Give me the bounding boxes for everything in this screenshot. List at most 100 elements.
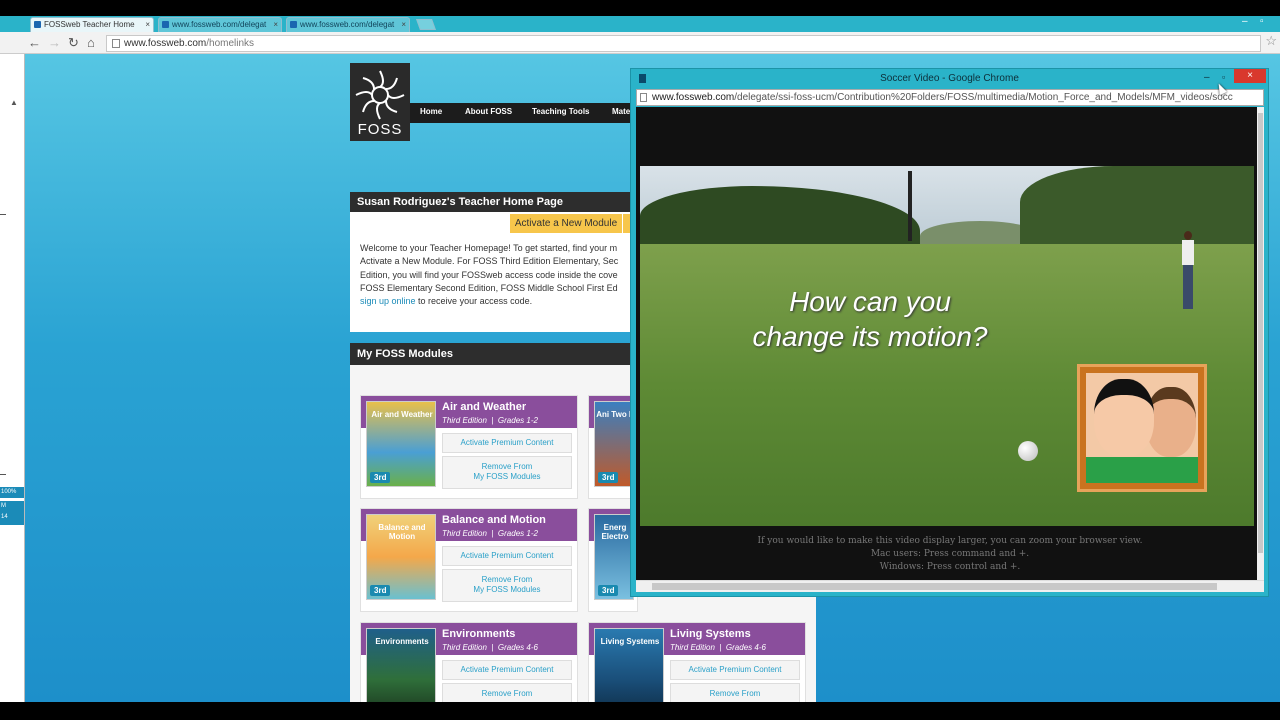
tab-close-icon[interactable]: × xyxy=(401,18,406,31)
grades-text: Grades 1-2 xyxy=(497,529,538,538)
remove-line: Remove From xyxy=(481,462,533,471)
bookmark-star-icon[interactable]: ☆ xyxy=(1265,33,1277,49)
welcome-line: sign up online to receive your access co… xyxy=(360,295,630,308)
note-line: Mac users: Press command and +. xyxy=(870,549,1030,559)
activate-premium-button[interactable]: Activate Premium Content xyxy=(442,433,572,453)
tab-label: www.fossweb.com/delegat xyxy=(172,20,267,29)
module-edition: Third Edition | Grades 4-6 xyxy=(670,643,766,652)
activate-premium-button[interactable]: Activate Premium Content xyxy=(442,546,572,566)
remove-line: Remove From xyxy=(481,689,533,698)
module-edition: Third Edition | Grades 1-2 xyxy=(442,416,538,425)
page-icon xyxy=(640,93,647,102)
popup-horizontal-scroll-thumb[interactable] xyxy=(652,583,1217,590)
module-card-balance-and-motion: Balance and Motion 3rd Balance and Motio… xyxy=(360,508,578,612)
forward-arrow-icon[interactable]: → xyxy=(48,35,61,51)
video-person xyxy=(1180,231,1196,311)
tab-delegate-2[interactable]: www.fossweb.com/delegat × xyxy=(286,17,410,32)
grades-text: Grades 1-2 xyxy=(497,416,538,425)
nav-teaching-tools[interactable]: Teaching Tools xyxy=(532,107,589,116)
hidden-button-edge xyxy=(623,214,630,233)
bottom-black-band xyxy=(0,702,1280,720)
tab-fossweb-teacher-home[interactable]: FOSSweb Teacher Home × xyxy=(30,17,154,32)
remove-module-button[interactable]: Remove From My FOSS Modules xyxy=(442,569,572,602)
separator: | xyxy=(491,416,494,425)
tab-close-icon[interactable]: × xyxy=(145,18,150,31)
note-line: If you would like to make this video dis… xyxy=(757,536,1143,546)
foss-sun-logo-icon xyxy=(355,70,405,120)
left-side-panel: ▲ xyxy=(0,54,25,702)
popup-maximize-icon[interactable]: ▫ xyxy=(1222,72,1225,82)
tab-label: www.fossweb.com/delegat xyxy=(300,20,395,29)
caption-line: How can you xyxy=(789,286,951,317)
grade-badge: 3rd xyxy=(598,472,619,483)
remove-line: Remove From xyxy=(709,689,761,698)
site-nav-bar: Home About FOSS Teaching Tools Mate xyxy=(410,103,630,123)
module-cover-image[interactable]: Balance and Motion 3rd xyxy=(366,514,436,600)
caption-line: change its motion? xyxy=(752,321,988,352)
popup-horizontal-scrollbar[interactable] xyxy=(636,580,1264,592)
url-path: /homelinks xyxy=(206,38,255,49)
page-icon xyxy=(112,39,120,48)
logo-text: FOSS xyxy=(357,121,403,138)
back-arrow-icon[interactable]: ← xyxy=(28,35,41,51)
nav-about-foss[interactable]: About FOSS xyxy=(465,107,512,116)
signup-text: to receive your access code. xyxy=(415,296,533,307)
window-maximize-icon[interactable]: ▫ xyxy=(1260,16,1264,27)
module-title[interactable]: Air and Weather xyxy=(442,401,526,413)
cover-title: Energ Electro xyxy=(601,523,629,541)
grade-badge: 3rd xyxy=(370,472,391,483)
module-card-air-and-weather: Air and Weather 3rd Air and Weather Thir… xyxy=(360,395,578,499)
cover-title: Balance and Motion xyxy=(378,523,426,541)
remove-line: My FOSS Modules xyxy=(473,585,541,594)
soccer-video-player[interactable]: How can you change its motion? xyxy=(640,166,1254,526)
popup-close-button[interactable]: × xyxy=(1234,69,1266,83)
module-card-environments: Environments Environments Third Edition … xyxy=(360,622,578,716)
url-host: www.fossweb.com xyxy=(124,38,207,49)
module-cover-image[interactable]: Ani Two b 3rd xyxy=(594,401,634,487)
popup-minimize-icon[interactable]: – xyxy=(1204,72,1210,83)
edition-text: Third Edition xyxy=(442,416,487,425)
module-title[interactable]: Living Systems xyxy=(670,628,751,640)
sign-up-online-link[interactable]: sign up online xyxy=(360,296,416,306)
module-cover-image[interactable]: Air and Weather 3rd xyxy=(366,401,436,487)
nav-home[interactable]: Home xyxy=(420,107,442,116)
activate-premium-button[interactable]: Activate Premium Content xyxy=(442,660,572,680)
video-lamp-post xyxy=(908,171,912,241)
cover-title: Environments xyxy=(375,637,429,646)
grades-text: Grades 4-6 xyxy=(497,643,538,652)
browser-toolbar: ← → ↻ ⌂ www.fossweb.com/homelinks xyxy=(0,32,1280,54)
foss-logo[interactable]: FOSS xyxy=(350,63,410,141)
my-modules-panel: My FOSS Modules xyxy=(350,343,630,365)
home-icon[interactable]: ⌂ xyxy=(87,35,95,51)
module-cover-image[interactable]: Energ Electro 3rd xyxy=(594,514,634,600)
window-minimize-icon[interactable]: – xyxy=(1242,16,1248,27)
panel-divider xyxy=(0,474,6,475)
soccer-ball xyxy=(1018,441,1038,461)
popup-address-bar[interactable]: www.fossweb.com/delegate/ssi-foss-ucm/Co… xyxy=(636,89,1264,106)
grade-badge: 3rd xyxy=(598,585,619,596)
teacher-panel-title: Susan Rodriguez's Teacher Home Page xyxy=(350,192,630,212)
cover-title: Air and Weather xyxy=(371,410,433,419)
activate-new-module-button[interactable]: Activate a New Module xyxy=(510,214,622,233)
tab-close-icon[interactable]: × xyxy=(273,18,278,31)
tab-strip: FOSSweb Teacher Home × www.fossweb.com/d… xyxy=(0,16,1280,32)
separator: | xyxy=(491,529,494,538)
popup-title[interactable]: Soccer Video - Google Chrome xyxy=(631,69,1268,89)
module-title[interactable]: Environments xyxy=(442,628,515,640)
soccer-video-popup-window: Soccer Video - Google Chrome – ▫ × www.f… xyxy=(630,68,1269,597)
collapse-caret-icon[interactable]: ▲ xyxy=(10,98,18,107)
edition-text: Third Edition xyxy=(442,529,487,538)
address-bar[interactable]: www.fossweb.com/homelinks xyxy=(106,35,1261,52)
top-black-band xyxy=(0,0,1280,16)
nav-materials[interactable]: Mate xyxy=(612,107,630,116)
popup-url-path: /delegate/ssi-foss-ucm/Contribution%20Fo… xyxy=(734,92,1233,103)
reload-icon[interactable]: ↻ xyxy=(68,35,79,51)
remove-module-button[interactable]: Remove From My FOSS Modules xyxy=(442,456,572,489)
tab-delegate-1[interactable]: www.fossweb.com/delegat × xyxy=(158,17,282,32)
video-trees xyxy=(1020,166,1254,256)
popup-app-icon xyxy=(639,74,646,83)
activate-premium-button[interactable]: Activate Premium Content xyxy=(670,660,800,680)
remove-line: Remove From xyxy=(481,575,533,584)
popup-vertical-scroll-thumb[interactable] xyxy=(1258,113,1263,553)
module-title[interactable]: Balance and Motion xyxy=(442,514,546,526)
